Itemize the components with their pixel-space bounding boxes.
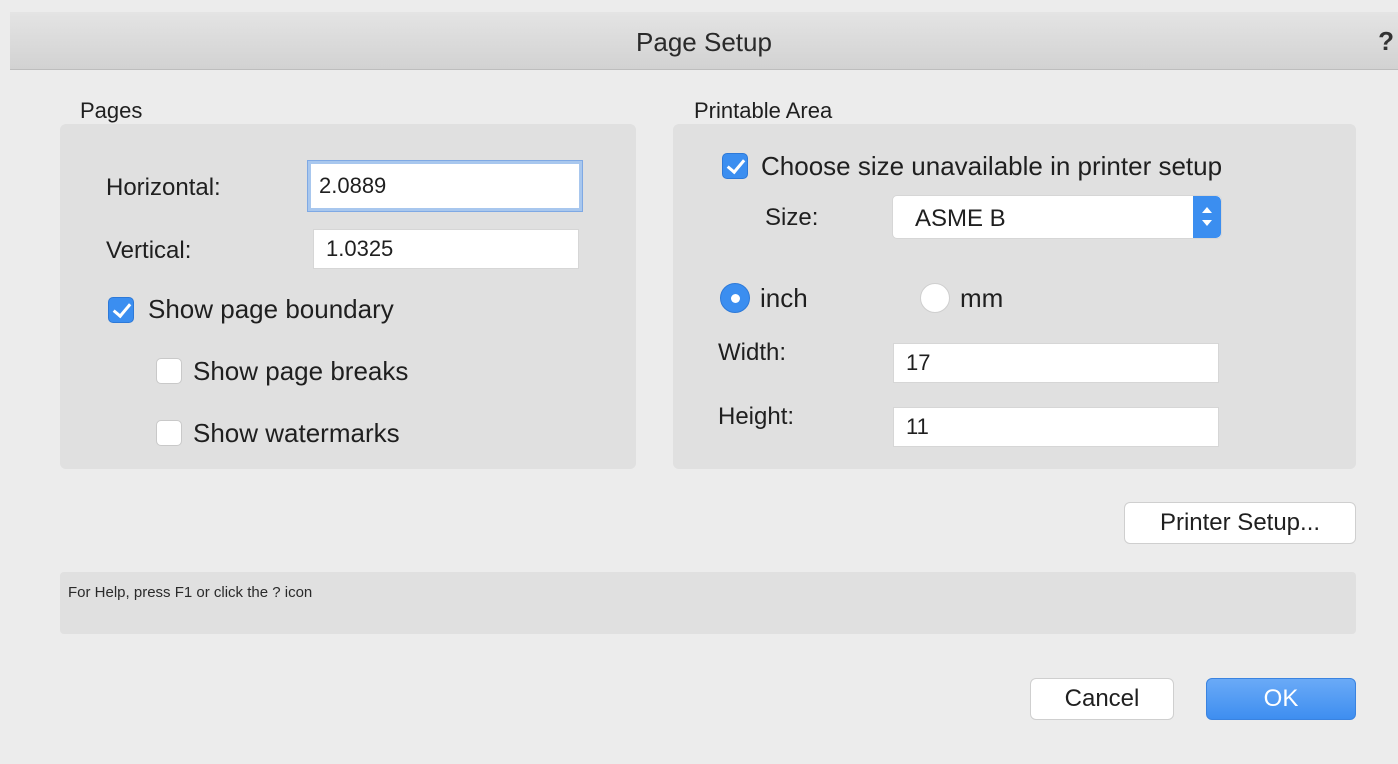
status-bar: For Help, press F1 or click the ? icon [60,572,1356,634]
width-input[interactable] [893,343,1219,383]
vertical-input[interactable] [313,229,579,269]
height-label: Height: [718,403,795,430]
page-setup-dialog: Page Setup ? Pages Horizontal: Vertical:… [0,0,1398,764]
mm-label[interactable]: mm [960,283,1003,314]
ok-button[interactable]: OK [1206,678,1356,720]
printable-area-group-label: Printable Area [694,98,833,123]
dialog-title: Page Setup [636,27,772,57]
inch-label[interactable]: inch [760,283,808,314]
horizontal-label: Horizontal: [106,174,221,201]
popup-arrows-icon [1193,196,1221,238]
title-bar: Page Setup ? [10,12,1398,70]
size-label: Size: [765,204,819,231]
show-page-boundary-checkbox[interactable] [108,297,134,323]
pages-group-label: Pages [80,98,143,123]
vertical-label: Vertical: [106,237,192,264]
choose-size-label[interactable]: Choose size unavailable in printer setup [761,151,1222,182]
horizontal-input[interactable] [308,161,582,211]
printer-setup-button[interactable]: Printer Setup... [1124,502,1356,544]
show-watermarks-label[interactable]: Show watermarks [193,418,400,449]
size-value: ASME B [915,205,1006,232]
height-input[interactable] [893,407,1219,447]
choose-size-checkbox[interactable] [722,153,748,179]
show-page-boundary-label[interactable]: Show page boundary [148,294,394,325]
help-icon[interactable]: ? [1378,26,1394,57]
inch-radio[interactable] [720,283,750,313]
width-label: Width: [718,339,787,366]
show-watermarks-checkbox[interactable] [156,420,182,446]
show-page-breaks-label[interactable]: Show page breaks [193,356,408,387]
cancel-button[interactable]: Cancel [1030,678,1174,720]
size-popup[interactable]: ASME B [892,195,1222,239]
mm-radio[interactable] [920,283,950,313]
show-page-breaks-checkbox[interactable] [156,358,182,384]
help-hint-text: For Help, press F1 or click the ? icon [68,584,313,601]
